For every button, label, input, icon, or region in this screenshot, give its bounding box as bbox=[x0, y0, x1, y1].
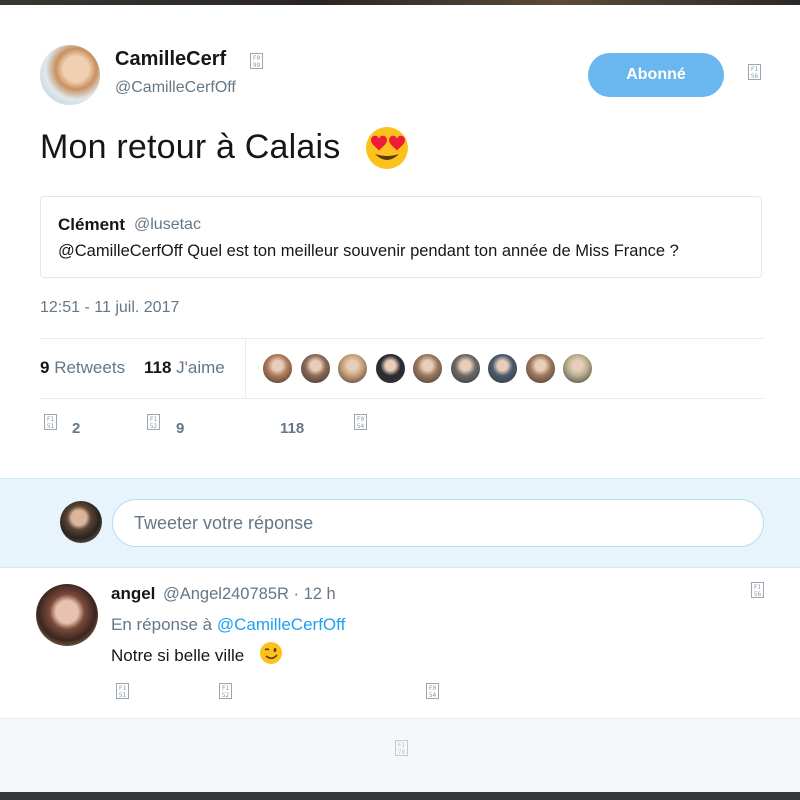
liker-avatar[interactable] bbox=[487, 353, 518, 384]
stats-bottom-divider bbox=[40, 398, 764, 399]
retweets-label: Retweets bbox=[54, 358, 126, 377]
retweet-icon[interactable]: F1 52 bbox=[147, 414, 160, 430]
liker-avatar[interactable] bbox=[412, 353, 443, 384]
current-user-avatar bbox=[60, 501, 102, 543]
top-photo-strip bbox=[0, 0, 800, 5]
author-avatar[interactable] bbox=[40, 45, 100, 105]
liker-avatar[interactable] bbox=[262, 353, 293, 384]
tweet-timestamp[interactable]: 12:51 - 11 juil. 2017 bbox=[40, 299, 179, 317]
liker-avatar[interactable] bbox=[299, 353, 331, 384]
likes-count: 118 bbox=[144, 358, 172, 377]
reply-icon[interactable]: F1 51 bbox=[44, 414, 57, 430]
reply-direct-message-icon[interactable]: F0 54 bbox=[426, 683, 439, 699]
bottom-page-edge bbox=[0, 792, 800, 800]
reply-retweet-icon[interactable]: F1 52 bbox=[219, 683, 232, 699]
liker-avatar[interactable] bbox=[449, 353, 481, 384]
direct-message-icon[interactable]: F0 54 bbox=[354, 414, 367, 430]
reply-author-name[interactable]: angel bbox=[111, 584, 155, 604]
wink-emoji-icon bbox=[260, 642, 282, 664]
reply-input[interactable]: Tweeter votre réponse bbox=[112, 499, 764, 547]
retweet-count: 9 bbox=[176, 420, 185, 437]
reply-count: 2 bbox=[72, 420, 81, 437]
quoted-author-name: Clément bbox=[58, 215, 126, 234]
reply-to-prefix: En réponse à bbox=[111, 615, 213, 634]
liker-avatar[interactable] bbox=[374, 353, 406, 384]
like-count[interactable]: 118 bbox=[280, 420, 304, 437]
author-name[interactable]: CamilleCerf bbox=[115, 48, 226, 71]
loading-spinner-icon: F1 78 bbox=[395, 740, 408, 756]
likers-avatar-list bbox=[262, 353, 600, 385]
stats-vertical-divider bbox=[245, 339, 246, 398]
quoted-author-handle: @lusetac bbox=[134, 216, 201, 233]
in-reply-to: En réponse à @CamilleCerfOff bbox=[111, 615, 345, 635]
reply-more-options-caret-icon[interactable]: F1 56 bbox=[751, 582, 764, 598]
verified-badge-icon: F0 99 bbox=[250, 53, 263, 69]
reply-reply-icon[interactable]: F1 51 bbox=[116, 683, 129, 699]
author-handle[interactable]: @CamilleCerfOff bbox=[115, 79, 236, 97]
reply-author-avatar[interactable] bbox=[36, 584, 98, 646]
likes-label: J'aime bbox=[176, 358, 225, 377]
retweets-count: 9 bbox=[40, 358, 50, 377]
following-button[interactable]: Abonné bbox=[588, 53, 724, 97]
more-options-caret-icon[interactable]: F1 56 bbox=[748, 64, 761, 80]
heart-eyes-emoji-icon bbox=[366, 127, 408, 169]
stats-top-divider bbox=[40, 338, 764, 339]
reply-text: Notre si belle ville bbox=[111, 646, 245, 665]
liker-avatar[interactable] bbox=[524, 353, 556, 384]
quoted-tweet[interactable]: Clément @lusetac @CamilleCerfOff Quel es… bbox=[40, 196, 762, 278]
tweet-text: Mon retour à Calais bbox=[40, 128, 341, 166]
liker-avatar[interactable] bbox=[562, 353, 593, 384]
retweets-stat[interactable]: 9 Retweets bbox=[40, 358, 125, 378]
likes-stat[interactable]: 118 J'aime bbox=[144, 358, 225, 378]
liker-avatar[interactable] bbox=[337, 353, 368, 384]
reply-author-handle-time[interactable]: @Angel240785R · 12 h bbox=[163, 585, 336, 604]
reply-to-handle-link[interactable]: @CamilleCerfOff bbox=[217, 615, 345, 634]
timeline-footer bbox=[0, 718, 800, 795]
quoted-tweet-text: @CamilleCerfOff Quel est ton meilleur so… bbox=[58, 242, 679, 260]
